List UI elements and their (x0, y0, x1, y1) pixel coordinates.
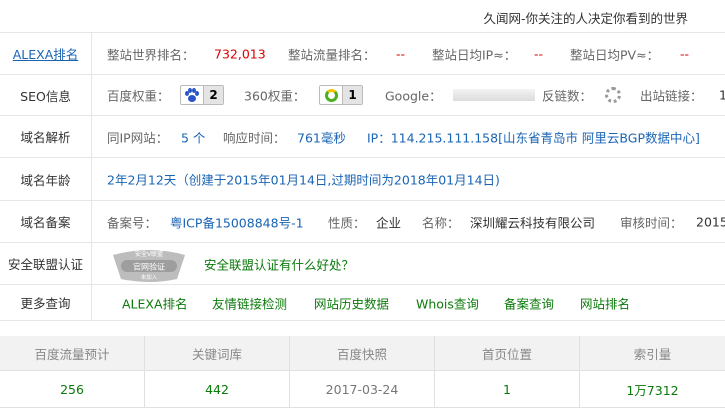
alexa-row: ALEXA排名 整站世界排名： 732,013 整站流量排名： -- 整站日均I… (0, 33, 725, 75)
security-seal-icon[interactable]: 安全V联盟 官网验证 未加入 (107, 247, 191, 283)
dns-label: 域名解析 (0, 116, 92, 157)
domain-age-label: 域名年龄 (0, 158, 92, 200)
baidu-weight-value: 2 (203, 86, 223, 104)
site-tagline: 久闻网-你关注的人决定你看到的世界 (483, 11, 688, 26)
baidu-paw-icon (181, 86, 203, 104)
traffic-rank-value: -- (396, 46, 406, 61)
world-rank-label: 整站世界排名： (107, 47, 195, 62)
more-link-site-rank[interactable]: 网站排名 (580, 293, 630, 312)
value-baidu-snapshot: 2017-03-24 (290, 371, 435, 407)
same-ip-link[interactable]: 5 个 (181, 127, 205, 146)
baidu-weight-badge[interactable]: 2 (180, 85, 224, 105)
more-link-icp[interactable]: 备案查询 (504, 293, 554, 312)
daily-pv-value: -- (680, 46, 690, 61)
icp-audit-label: 审核时间： (620, 215, 683, 230)
icp-audit-value: 2015 (696, 214, 725, 229)
icp-number-link[interactable]: 粤ICP备15008848号-1 (170, 212, 304, 231)
dns-row: 域名解析 同IP网站： 5 个 响应时间： 761毫秒 IP：114.215.1… (0, 116, 725, 158)
security-label: 安全联盟认证 (0, 243, 92, 284)
header-baidu-traffic: 百度流量预计 (0, 336, 145, 370)
value-index-count[interactable]: 1万7312 (580, 371, 725, 407)
google-pr-bar (453, 89, 535, 101)
seal-bottom-text: 未加入 (141, 273, 158, 281)
360-ring-icon (320, 86, 342, 104)
seal-main-text: 官网验证 (133, 262, 165, 272)
backlinks-label: 反链数： (542, 88, 593, 104)
header-keywords: 关键词库 (145, 336, 290, 370)
google-label: Google： (385, 88, 442, 104)
seo-label: SEO信息 (0, 75, 92, 115)
daily-ip-value: -- (534, 46, 544, 61)
header-baidu-snapshot: 百度快照 (290, 336, 435, 370)
loading-spinner-icon (605, 87, 621, 103)
outlinks-label: 出站链接： (640, 88, 703, 104)
s360-weight-label: 360权重： (244, 88, 306, 104)
icp-name-value: 深圳耀云科技有限公司 (470, 215, 596, 230)
baidu-weight-label: 百度权重： (107, 88, 170, 104)
response-time-label: 响应时间： (223, 130, 286, 145)
domain-age-value: 2年2月12天（创建于2015年01月14日,过期时间为2018年01月14日) (107, 172, 500, 188)
header-index-count: 索引量 (633, 346, 672, 362)
seo-row: SEO信息 百度权重： 2 360权重： 1 Google： 反链数： 出站链接… (0, 75, 725, 116)
icp-label: 域名备案 (0, 201, 92, 242)
ip-location-link[interactable]: IP：114.215.111.158[山东省青岛市 阿里云BGP数据中心] (367, 127, 700, 146)
daily-ip-label: 整站日均IP≈： (432, 47, 517, 62)
security-benefit-link[interactable]: 安全联盟认证有什么好处？ (204, 254, 354, 273)
stats-table-header: 百度流量预计 关键词库 百度快照 首页位置 索引量 (0, 336, 725, 371)
seal-top-text: 安全V联盟 (135, 250, 163, 258)
top-bar: 久闻网-你关注的人决定你看到的世界 (0, 0, 725, 33)
more-queries-row: 更多查询 ALEXA排名 友情链接检测 网站历史数据 Whois查询 备案查询 … (0, 285, 725, 321)
value-baidu-traffic[interactable]: 256 (0, 371, 145, 407)
security-row: 安全联盟认证 安全V联盟 官网验证 未加入 安全联盟认证有什么好处？ (0, 243, 725, 285)
icp-name-label: 名称： (422, 215, 460, 230)
icp-row: 域名备案 备案号： 粤ICP备15008848号-1 性质： 企业 名称： 深圳… (0, 201, 725, 243)
s360-weight-badge[interactable]: 1 (319, 85, 363, 105)
more-link-alexa[interactable]: ALEXA排名 (122, 293, 188, 312)
s360-weight-value: 1 (342, 86, 362, 104)
value-keywords[interactable]: 442 (145, 371, 290, 407)
stats-table: 百度流量预计 关键词库 百度快照 首页位置 索引量 256 442 2017-0… (0, 336, 725, 408)
daily-pv-label: 整站日均PV≈： (570, 47, 660, 62)
more-link-whois[interactable]: Whois查询 (416, 293, 479, 312)
response-time-value: 761毫秒 (297, 130, 346, 145)
more-link-history[interactable]: 网站历史数据 (314, 293, 389, 312)
table-row: 256 442 2017-03-24 1 1万7312 (0, 371, 725, 408)
header-homepage-position: 首页位置 (435, 336, 580, 370)
more-queries-label: 更多查询 (0, 285, 92, 320)
world-rank-value: 732,013 (214, 46, 266, 61)
value-homepage-position[interactable]: 1 (435, 371, 580, 407)
traffic-rank-label: 整站流量排名： (288, 47, 376, 62)
icp-nature-value: 企业 (376, 215, 402, 230)
alexa-rank-link[interactable]: ALEXA排名 (0, 33, 92, 74)
icp-nature-label: 性质： (328, 215, 366, 230)
same-ip-label: 同IP网站： (107, 130, 169, 145)
outlinks-value: 1 (719, 87, 725, 103)
icp-number-label: 备案号： (107, 215, 158, 230)
domain-age-row: 域名年龄 2年2月12天（创建于2015年01月14日,过期时间为2018年01… (0, 158, 725, 201)
more-link-friend-links[interactable]: 友情链接检测 (212, 293, 287, 312)
